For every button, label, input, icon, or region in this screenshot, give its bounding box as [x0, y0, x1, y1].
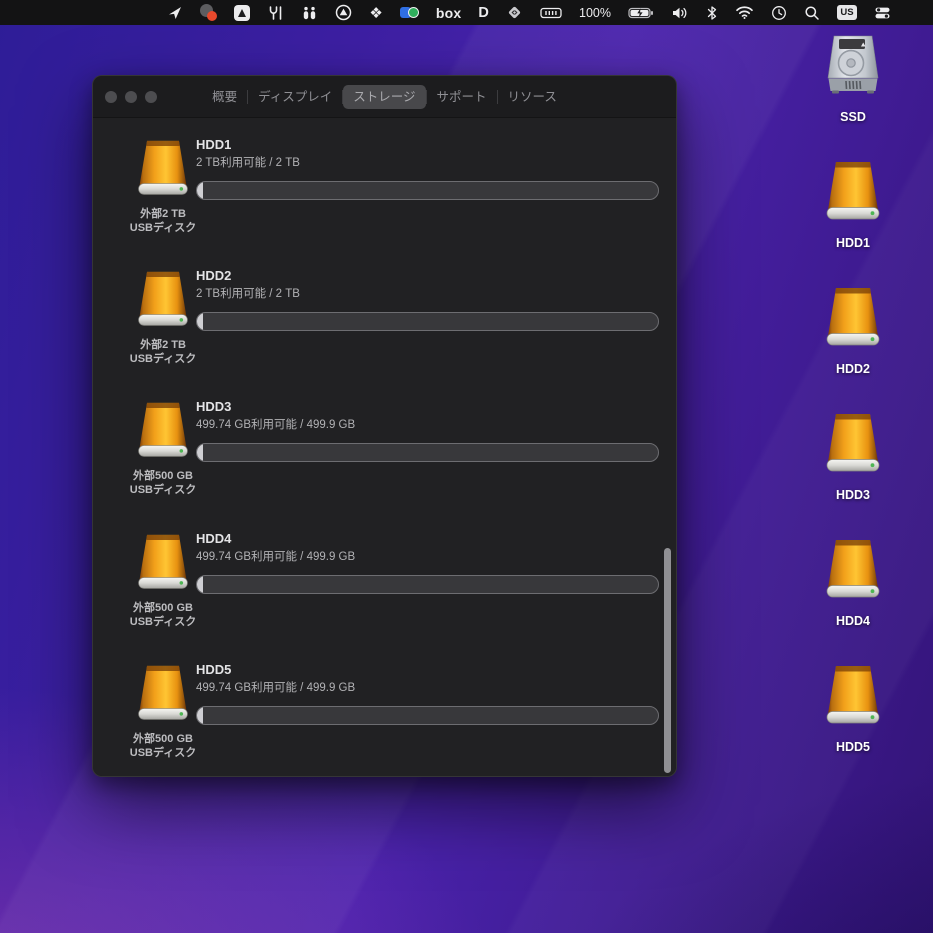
external-drive-icon: [132, 531, 194, 595]
battery-percent: 100%: [579, 0, 611, 25]
desktop-icon-hdd2[interactable]: HDD2: [803, 285, 903, 376]
drive-row-hdd1: 外部2 TBUSBディスク HDD1 2 TB利用可能 / 2 TB: [111, 137, 663, 257]
window-titlebar[interactable]: 概要 ディスプレイ ストレージ サポート リソース: [93, 76, 676, 118]
desktop-icon-label: HDD2: [836, 362, 870, 376]
tab-support[interactable]: サポート: [427, 85, 497, 109]
desktop-icon-label: HDD3: [836, 488, 870, 502]
triangle-app-icon[interactable]: [234, 5, 250, 21]
storage-panel: 外部2 TBUSBディスク HDD1 2 TB利用可能 / 2 TB 外部2 T…: [93, 119, 676, 776]
box-logo[interactable]: box: [436, 0, 462, 25]
used-space-fill: [197, 444, 203, 461]
drive-name: HDD5: [196, 662, 659, 678]
drive-name: HDD1: [196, 137, 659, 153]
tuning-fork-icon[interactable]: [267, 0, 284, 25]
zoom-button[interactable]: [145, 91, 157, 103]
drive-usage-text: 499.74 GB利用可能 / 499.9 GB: [196, 681, 659, 696]
menu-bar: ❖ box D 100%: [0, 0, 933, 25]
desktop-icon-label: HDD1: [836, 236, 870, 250]
input-source-badge[interactable]: US: [837, 5, 857, 20]
volume-icon[interactable]: [671, 0, 689, 25]
drive-name: HDD4: [196, 531, 659, 547]
desktop-icon-hdd5[interactable]: HDD5: [803, 663, 903, 754]
traffic-lights: [105, 91, 157, 103]
tab-overview[interactable]: 概要: [202, 85, 247, 109]
battery-charging-icon[interactable]: [628, 0, 654, 25]
green-circle: [408, 7, 419, 18]
desktop-icon-ssd[interactable]: SSD: [803, 33, 903, 124]
binoculars-icon[interactable]: [301, 0, 318, 25]
used-space-fill: [197, 576, 203, 593]
tab-storage[interactable]: ストレージ: [343, 85, 425, 109]
usage-bar: [196, 706, 659, 725]
drive-caption: 外部2 TBUSBディスク: [130, 338, 196, 366]
drive-circle-icon[interactable]: [335, 0, 352, 25]
internal-drive-icon: [820, 33, 886, 99]
usage-bar: [196, 575, 659, 594]
location-arrow-icon[interactable]: [167, 0, 183, 25]
drive-usage-text: 499.74 GB利用可能 / 499.9 GB: [196, 550, 659, 565]
external-drive-icon: [132, 662, 194, 726]
external-drive-icon: [132, 399, 194, 463]
time-machine-icon[interactable]: [771, 0, 787, 25]
drive-row-hdd5: 外部500 GBUSBディスク HDD5 499.74 GB利用可能 / 499…: [111, 662, 663, 777]
barcode-battery-icon[interactable]: [540, 0, 562, 25]
drive-usage-text: 2 TB利用可能 / 2 TB: [196, 287, 659, 302]
desktop-icon-label: HDD4: [836, 614, 870, 628]
external-drive-icon: [820, 411, 886, 477]
desktop-icon-hdd4[interactable]: HDD4: [803, 537, 903, 628]
control-center-icon[interactable]: [874, 0, 891, 25]
usage-bar: [196, 443, 659, 462]
usage-bar: [196, 181, 659, 200]
used-space-fill: [197, 182, 203, 199]
system-info-window: 概要 ディスプレイ ストレージ サポート リソース 外部2 TBUSBディスク …: [92, 75, 677, 777]
drive-name: HDD3: [196, 399, 659, 415]
minimize-button[interactable]: [125, 91, 137, 103]
drive-usage-text: 499.74 GB利用可能 / 499.9 GB: [196, 418, 659, 433]
tab-resources[interactable]: リソース: [498, 85, 567, 109]
scrollbar-thumb[interactable]: [664, 548, 671, 773]
tab-displays[interactable]: ディスプレイ: [248, 85, 342, 109]
external-drive-icon: [820, 285, 886, 351]
wifi-icon[interactable]: [735, 0, 754, 25]
external-drive-icon: [132, 268, 194, 332]
drive-row-hdd4: 外部500 GBUSBディスク HDD4 499.74 GB利用可能 / 499…: [111, 531, 663, 651]
desktop-icon-label: SSD: [840, 110, 866, 124]
drive-caption: 外部2 TBUSBディスク: [130, 207, 196, 235]
drive-usage-text: 2 TB利用可能 / 2 TB: [196, 156, 659, 171]
external-drive-icon: [132, 137, 194, 201]
tab-bar: 概要 ディスプレイ ストレージ サポート リソース: [202, 85, 567, 109]
desktop-icon-hdd1[interactable]: HDD1: [803, 159, 903, 250]
drive-caption: 外部500 GBUSBディスク: [130, 601, 196, 629]
used-space-fill: [197, 313, 203, 330]
bluetooth-icon[interactable]: [706, 0, 718, 25]
external-drive-icon: [820, 663, 886, 729]
drive-caption: 外部500 GBUSBディスク: [130, 469, 196, 497]
external-drive-icon: [820, 537, 886, 603]
drive-name: HDD2: [196, 268, 659, 284]
external-drive-icon: [820, 159, 886, 225]
usage-bar: [196, 312, 659, 331]
blue-green-app-icon[interactable]: [400, 5, 419, 21]
dropbox-icon[interactable]: ❖: [369, 0, 382, 25]
red-status-icon[interactable]: [200, 4, 217, 21]
desktop-icon-hdd3[interactable]: HDD3: [803, 411, 903, 502]
desktop-icon-label: HDD5: [836, 740, 870, 754]
used-space-fill: [197, 707, 203, 724]
drive-row-hdd3: 外部500 GBUSBディスク HDD3 499.74 GB利用可能 / 499…: [111, 399, 663, 519]
search-icon[interactable]: [804, 0, 820, 25]
d-app-icon[interactable]: D: [478, 0, 489, 25]
drive-caption: 外部500 GBUSBディスク: [130, 732, 196, 760]
drive-row-hdd2: 外部2 TBUSBディスク HDD2 2 TB利用可能 / 2 TB: [111, 268, 663, 388]
status-red-dot: [207, 11, 217, 21]
diamond-sync-icon[interactable]: [506, 0, 523, 25]
close-button[interactable]: [105, 91, 117, 103]
